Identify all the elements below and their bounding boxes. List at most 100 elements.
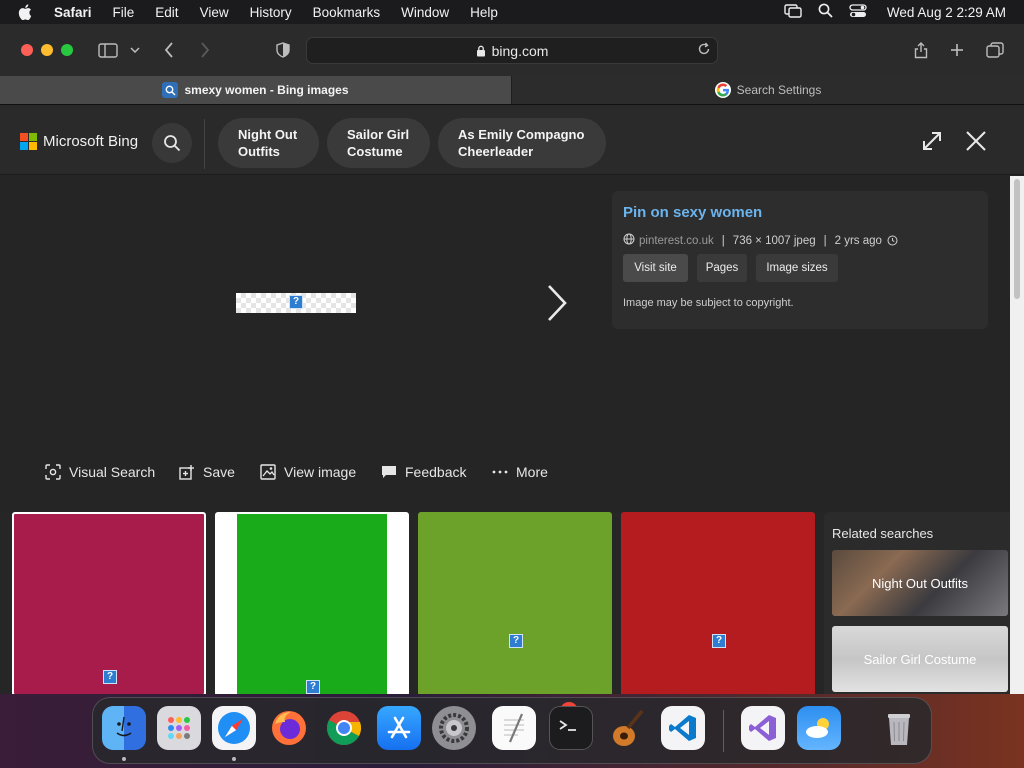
privacy-shield-icon[interactable] bbox=[274, 38, 292, 62]
menu-help[interactable]: Help bbox=[470, 5, 498, 20]
garageband-icon[interactable] bbox=[605, 706, 649, 750]
menu-view[interactable]: View bbox=[200, 5, 229, 20]
textedit-icon[interactable] bbox=[492, 706, 536, 750]
visit-site-button[interactable]: Visit site bbox=[623, 254, 688, 282]
pill-line: Sailor Girl bbox=[347, 127, 410, 142]
action-label: View image bbox=[284, 464, 357, 480]
chevron-down-icon[interactable] bbox=[128, 38, 142, 62]
related-search-night-out-outfits[interactable]: Night Out Outfits bbox=[832, 550, 1008, 616]
related-search-sailor-girl-costume[interactable]: Sailor Girl Costume bbox=[832, 626, 1008, 692]
tab-bar: smexy women - Bing images Search Setting… bbox=[0, 76, 1024, 105]
safari-icon[interactable] bbox=[212, 706, 256, 750]
vscode-icon[interactable] bbox=[661, 706, 705, 750]
tab-search-settings[interactable]: Search Settings bbox=[512, 76, 1024, 104]
new-tab-icon[interactable] bbox=[948, 38, 966, 62]
google-favicon-icon bbox=[714, 82, 731, 98]
image-meta: pinterest.co.uk | 736 × 1007 jpeg | 2 yr… bbox=[623, 233, 898, 248]
more-button[interactable]: More bbox=[491, 463, 548, 481]
related-pill-emily-compagno[interactable]: As Emily Compagno Cheerleader bbox=[438, 118, 606, 168]
firefox-icon[interactable] bbox=[267, 706, 311, 750]
menubar-clock[interactable]: Wed Aug 2 2:29 AM bbox=[887, 5, 1006, 20]
search-button[interactable] bbox=[152, 123, 192, 163]
bing-search-favicon-icon bbox=[162, 82, 179, 98]
result-thumbnail[interactable]: ? bbox=[621, 512, 815, 694]
pill-line: Costume bbox=[347, 144, 403, 159]
scrollbar-thumb[interactable] bbox=[1014, 179, 1020, 299]
menu-window[interactable]: Window bbox=[401, 5, 449, 20]
chrome-icon[interactable] bbox=[322, 706, 366, 750]
visual-search-button[interactable]: Visual Search bbox=[44, 463, 155, 481]
next-image-button[interactable] bbox=[540, 280, 574, 326]
dock: 1 bbox=[92, 697, 932, 764]
feedback-button[interactable]: Feedback bbox=[380, 463, 466, 481]
app-store-icon[interactable] bbox=[377, 706, 421, 750]
visual-studio-icon[interactable] bbox=[741, 706, 785, 750]
related-pill-sailor-girl-costume[interactable]: Sailor Girl Costume bbox=[327, 118, 430, 168]
pages-button[interactable]: Pages bbox=[697, 254, 747, 282]
launchpad-icon[interactable] bbox=[157, 706, 201, 750]
address-bar[interactable]: bing.com bbox=[306, 37, 718, 64]
save-button[interactable]: Save bbox=[178, 463, 235, 481]
history-icon bbox=[887, 235, 898, 246]
menu-edit[interactable]: Edit bbox=[155, 5, 178, 20]
related-pill-night-out-outfits[interactable]: Night Out Outfits bbox=[218, 118, 319, 168]
result-thumbnail[interactable]: ? bbox=[12, 512, 206, 694]
web-page: Microsoft Bing Night Out Outfits Sailor G… bbox=[0, 105, 1024, 694]
image-title-link[interactable]: Pin on sexy women bbox=[623, 204, 762, 221]
finder-icon[interactable] bbox=[102, 706, 146, 750]
tab-bing-images[interactable]: smexy women - Bing images bbox=[0, 76, 511, 104]
menu-file[interactable]: File bbox=[113, 5, 135, 20]
reload-icon[interactable] bbox=[697, 42, 711, 59]
screen-mirroring-icon[interactable] bbox=[784, 3, 802, 21]
feedback-icon bbox=[380, 463, 398, 481]
page-scrollbar[interactable] bbox=[1010, 176, 1024, 694]
forward-button-icon[interactable] bbox=[196, 38, 214, 62]
related-searches-panel: Related searches Night Out Outfits Sailo… bbox=[824, 512, 1010, 694]
related-search-label: Night Out Outfits bbox=[871, 575, 969, 591]
view-image-button[interactable]: View image bbox=[259, 463, 356, 481]
meta-separator: | bbox=[721, 234, 725, 247]
zoom-window-button[interactable] bbox=[61, 44, 73, 56]
tab-label: Search Settings bbox=[736, 83, 822, 97]
menu-bookmarks[interactable]: Bookmarks bbox=[313, 5, 381, 20]
expand-icon[interactable] bbox=[918, 127, 946, 155]
bing-header: Microsoft Bing Night Out Outfits Sailor G… bbox=[0, 105, 1024, 175]
weather-icon[interactable] bbox=[797, 706, 841, 750]
apple-menu-icon[interactable] bbox=[18, 4, 36, 20]
control-center-icon[interactable] bbox=[849, 3, 867, 21]
close-icon[interactable] bbox=[962, 127, 990, 155]
menu-safari[interactable]: Safari bbox=[54, 5, 92, 20]
microsoft-bing-logo[interactable]: Microsoft Bing bbox=[20, 133, 138, 150]
main-image[interactable]: ? bbox=[236, 293, 356, 313]
system-settings-icon[interactable] bbox=[432, 706, 476, 750]
broken-image-icon: ? bbox=[103, 670, 117, 684]
broken-image-icon: ? bbox=[289, 295, 303, 309]
back-button-icon[interactable] bbox=[160, 38, 178, 62]
result-thumbnail[interactable]: ? bbox=[215, 512, 409, 694]
meta-separator: | bbox=[823, 234, 827, 247]
tab-overview-icon[interactable] bbox=[984, 38, 1006, 62]
visual-search-icon bbox=[44, 463, 62, 481]
image-source[interactable]: pinterest.co.uk bbox=[639, 235, 714, 247]
result-thumbnail[interactable]: ? bbox=[418, 512, 612, 694]
lock-icon bbox=[476, 45, 486, 57]
share-icon[interactable] bbox=[912, 38, 930, 62]
dock-separator bbox=[723, 710, 724, 752]
image-dimensions: 736 × 1007 jpeg bbox=[732, 234, 816, 247]
terminal-icon[interactable] bbox=[549, 706, 593, 750]
globe-icon bbox=[623, 233, 635, 248]
image-sizes-button[interactable]: Image sizes bbox=[756, 254, 838, 282]
action-label: Visual Search bbox=[69, 464, 156, 480]
trash-icon[interactable] bbox=[877, 706, 921, 750]
running-indicator bbox=[122, 757, 126, 761]
menu-history[interactable]: History bbox=[250, 5, 292, 20]
safari-toolbar: bing.com bbox=[0, 24, 1024, 76]
more-icon bbox=[491, 463, 509, 481]
close-window-button[interactable] bbox=[21, 44, 33, 56]
broken-image-icon: ? bbox=[712, 634, 726, 648]
minimize-window-button[interactable] bbox=[41, 44, 53, 56]
save-icon bbox=[178, 463, 196, 481]
spotlight-icon[interactable] bbox=[818, 3, 833, 21]
action-label: More bbox=[516, 464, 548, 480]
sidebar-toggle-icon[interactable] bbox=[96, 38, 120, 62]
